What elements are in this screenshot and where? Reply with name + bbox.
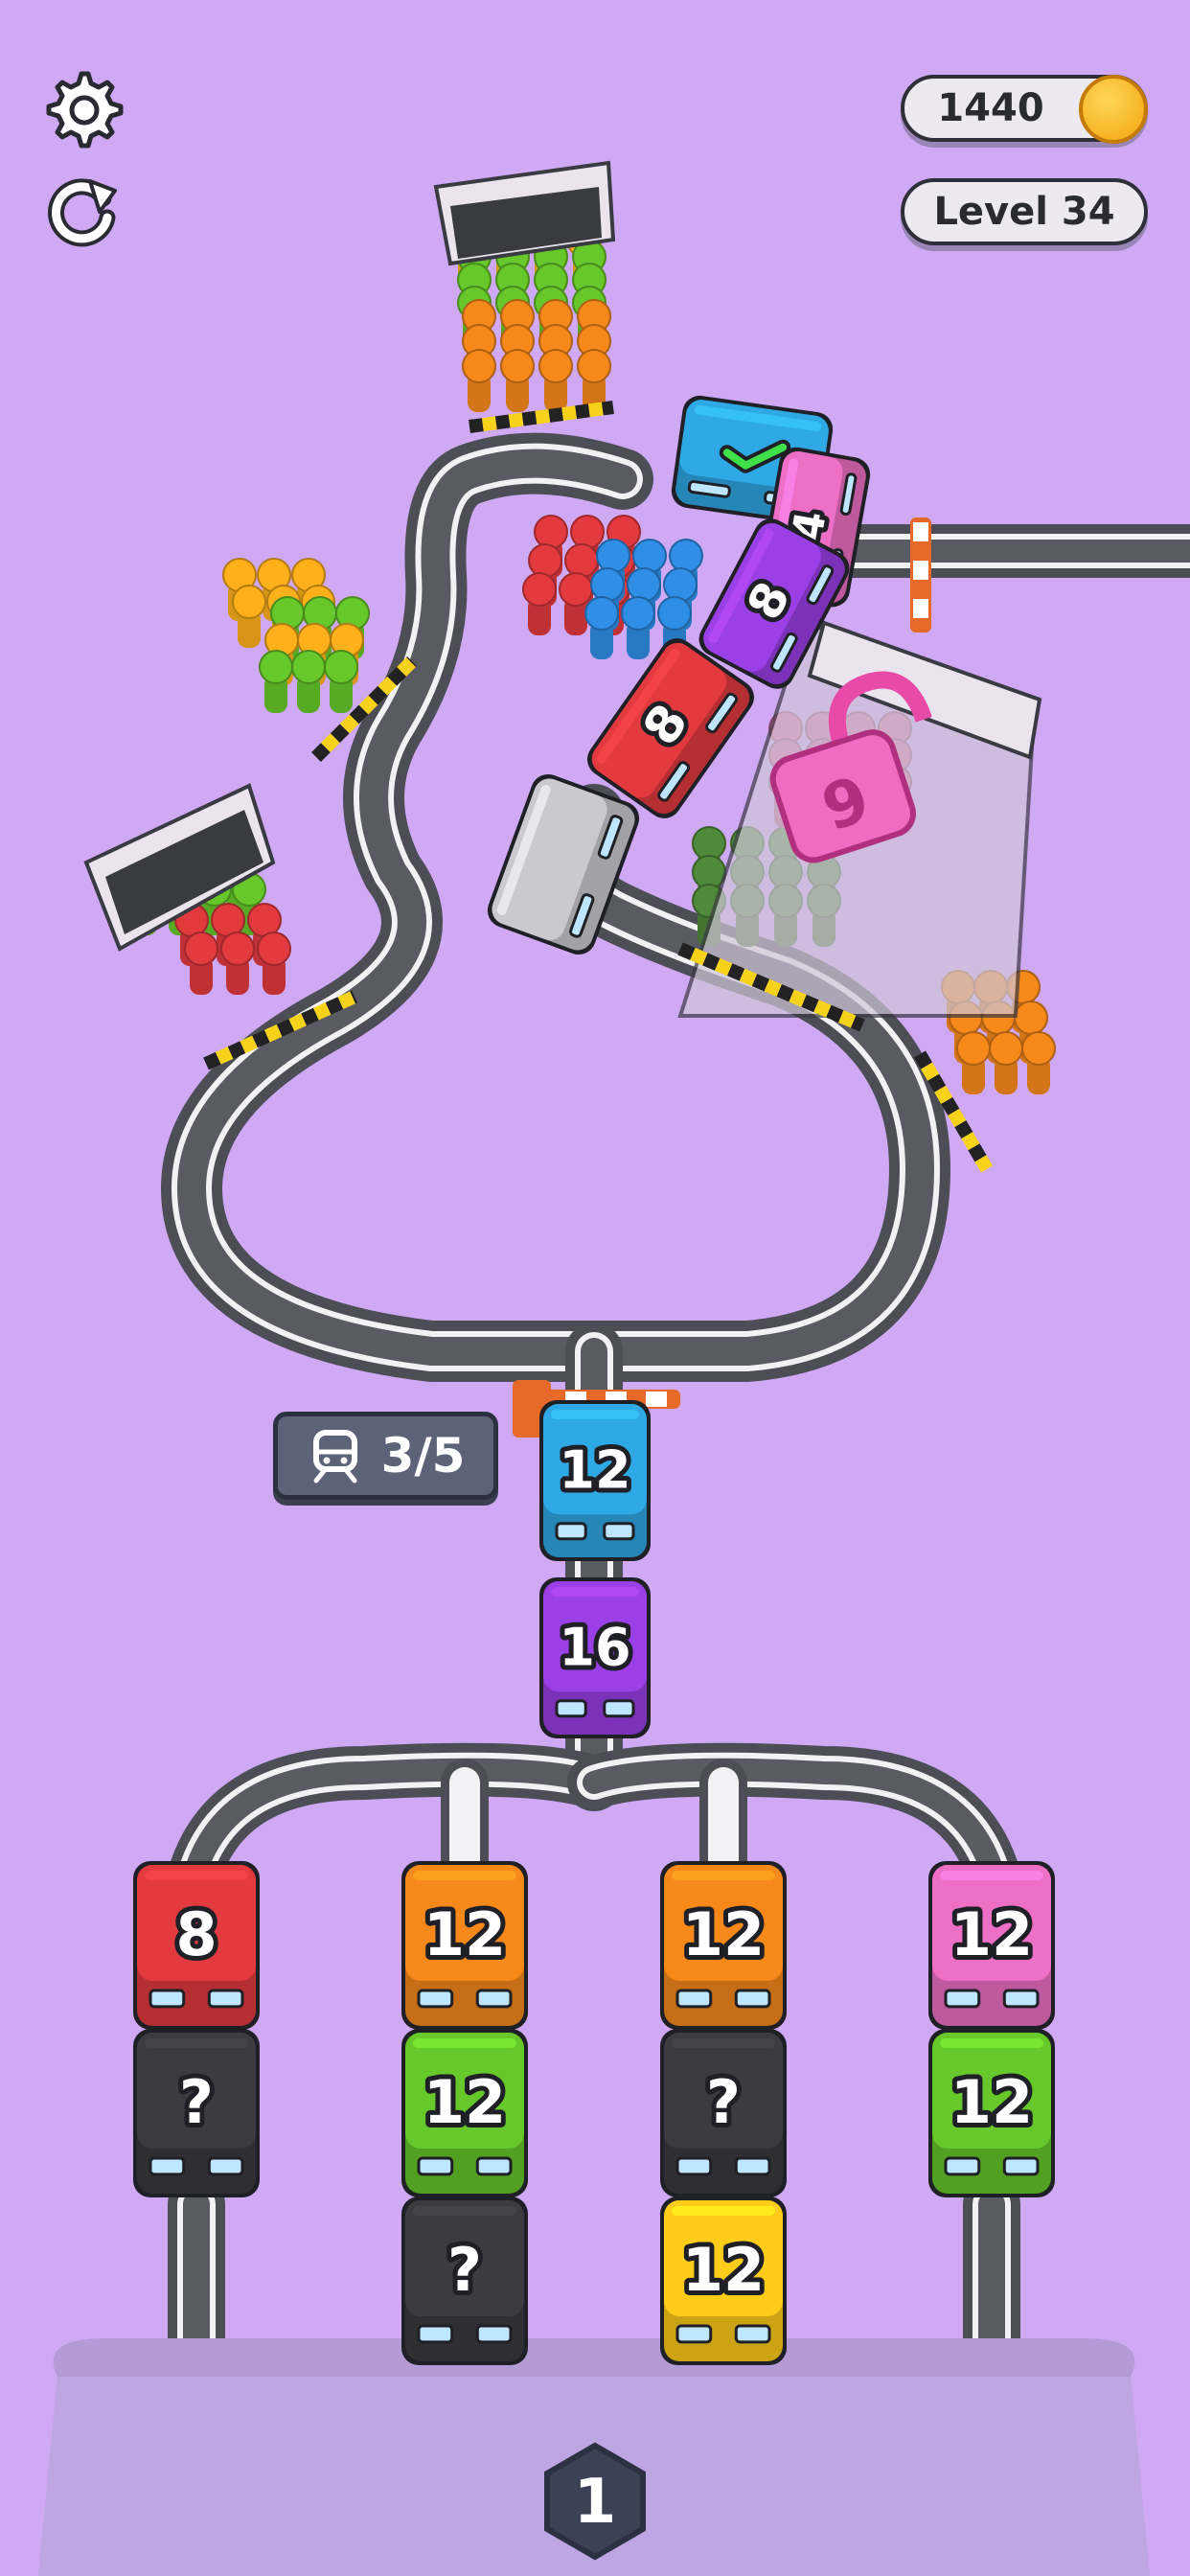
game-board: 448888 6 12121616 88??12121212??1212??12… xyxy=(38,160,1190,2576)
train-icon xyxy=(312,1430,357,1484)
level-label: Level 34 xyxy=(933,190,1115,234)
car-label: ? xyxy=(706,2067,741,2137)
column-car[interactable]: ?? xyxy=(660,2029,787,2197)
car-label: ? xyxy=(179,2067,214,2137)
train-counter: 3/5 xyxy=(273,1412,498,1500)
train-counter-value: 3/5 xyxy=(380,1428,466,1484)
car-label: 12 xyxy=(423,1899,506,1969)
car-label: 12 xyxy=(950,1899,1033,1969)
level-indicator: Level 34 xyxy=(901,178,1148,245)
coin-amount: 1440 xyxy=(937,86,1044,130)
car-label: 12 xyxy=(682,2235,765,2305)
column-car[interactable]: 1212 xyxy=(928,2029,1055,2197)
gate-car[interactable]: 1212 xyxy=(539,1400,651,1561)
game-stage: 448888 6 12 12 16 16 8 8?? 12 12 12 12?? 12 12?? 12… xyxy=(0,0,1190,2576)
column-car[interactable]: ?? xyxy=(133,2029,260,2197)
coin-counter: 1440 xyxy=(901,75,1148,144)
column-car[interactable]: 88 xyxy=(133,1861,260,2030)
column-car[interactable]: 1212 xyxy=(401,2029,528,2197)
restart-icon xyxy=(48,178,117,247)
column-car[interactable]: 1212 xyxy=(660,1861,787,2030)
column-car[interactable]: 1212 xyxy=(660,2196,787,2365)
column-car[interactable]: 1212 xyxy=(928,1861,1055,2030)
gear-icon xyxy=(46,71,124,149)
gate-car[interactable]: 1616 xyxy=(539,1577,651,1738)
coin-icon xyxy=(1079,75,1148,144)
restart-button[interactable] xyxy=(38,168,125,254)
car-label: 12 xyxy=(423,2067,506,2137)
right-barrier-gate[interactable] xyxy=(910,518,931,632)
column-trains: 88??12121212??1212??121212121212 xyxy=(133,1861,1055,2365)
settings-button[interactable] xyxy=(38,67,125,153)
car-label: 12 xyxy=(682,1899,765,1969)
car-label: ? xyxy=(447,2235,482,2305)
car-label: 12 xyxy=(950,2067,1033,2137)
car-label: 16 xyxy=(559,1618,630,1678)
car-label: 8 xyxy=(175,1899,217,1969)
column-car[interactable]: 1212 xyxy=(401,1861,528,2030)
level-badge: 1 xyxy=(544,2442,646,2561)
badge-number: 1 xyxy=(574,2467,617,2538)
column-car[interactable]: ?? xyxy=(401,2196,528,2365)
car-label: 12 xyxy=(559,1440,630,1501)
